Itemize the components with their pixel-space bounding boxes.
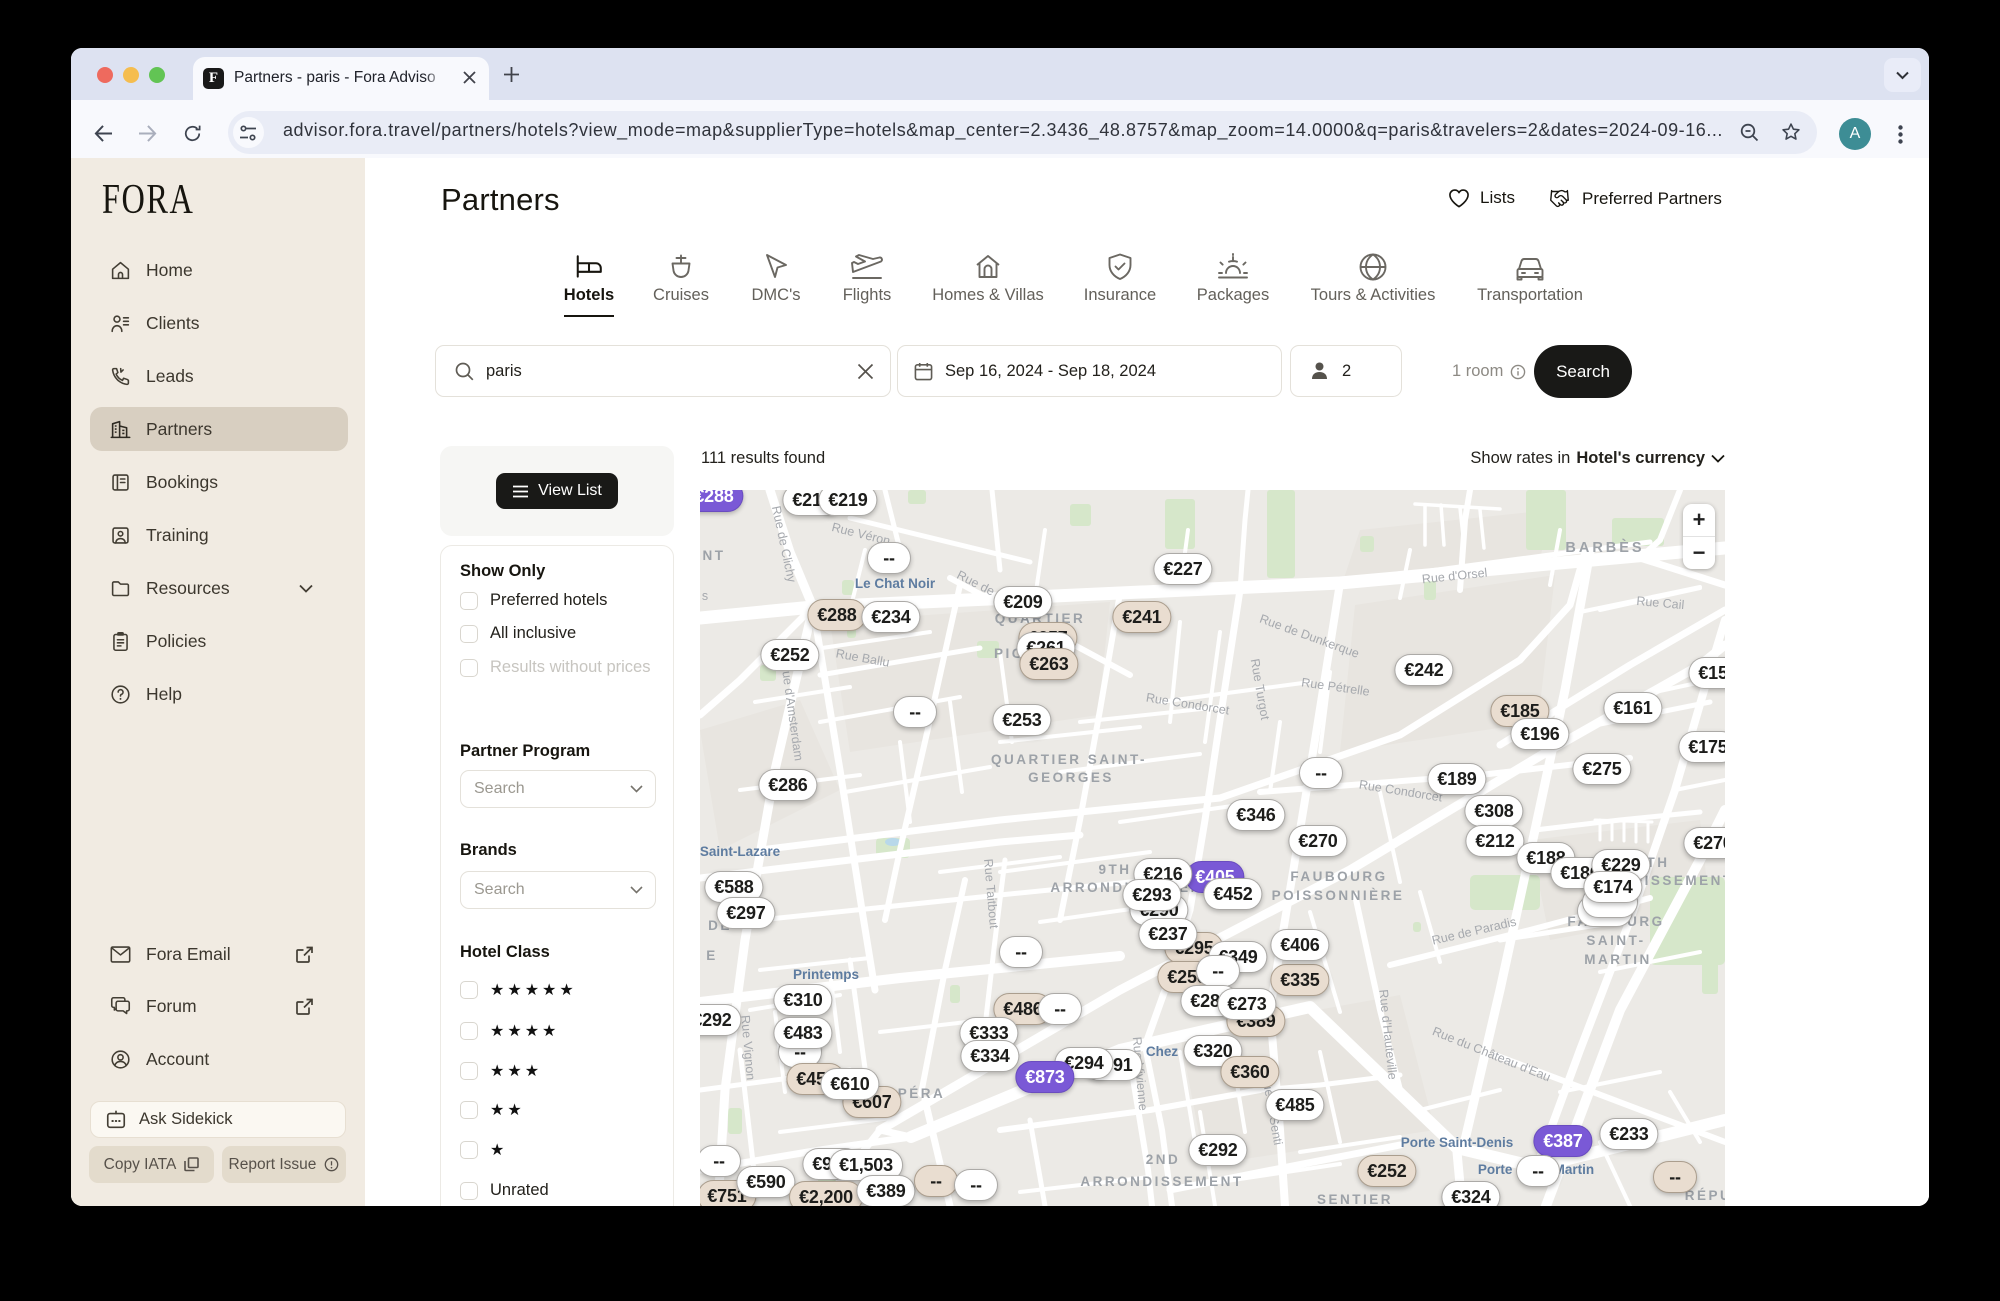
svg-text:SAINT-: SAINT- — [1586, 933, 1645, 948]
svg-text:GEORGES: GEORGES — [1028, 770, 1114, 785]
svg-text:2ND: 2ND — [1146, 1152, 1181, 1167]
svg-text:Saint-Lazare: Saint-Lazare — [700, 844, 781, 859]
svg-text:Printemps: Printemps — [793, 967, 859, 982]
svg-text:QUARTIER SAINT-: QUARTIER SAINT- — [991, 752, 1147, 767]
svg-text:Porte Saint-Denis: Porte Saint-Denis — [1401, 1135, 1514, 1150]
svg-text:Le Chat Noir: Le Chat Noir — [855, 576, 936, 591]
svg-text:9TH: 9TH — [1098, 862, 1131, 877]
svg-text:FAUBOURG: FAUBOURG — [1290, 869, 1387, 884]
svg-text:ARRONDISSEMENT: ARRONDISSEMENT — [1080, 1174, 1243, 1189]
svg-text:s: s — [702, 589, 708, 603]
svg-text:RÉPUBL: RÉPUBL — [1685, 1188, 1725, 1203]
svg-text:SENTIER: SENTIER — [1317, 1192, 1393, 1206]
svg-text:MARTIN: MARTIN — [1584, 952, 1652, 967]
svg-text:Chez: Chez — [1146, 1044, 1179, 1059]
svg-text:NT: NT — [703, 548, 726, 563]
svg-text:BARBÈS: BARBÈS — [1565, 539, 1644, 556]
svg-text:E: E — [706, 948, 718, 963]
svg-text:POISSONNIÈRE: POISSONNIÈRE — [1272, 888, 1405, 903]
